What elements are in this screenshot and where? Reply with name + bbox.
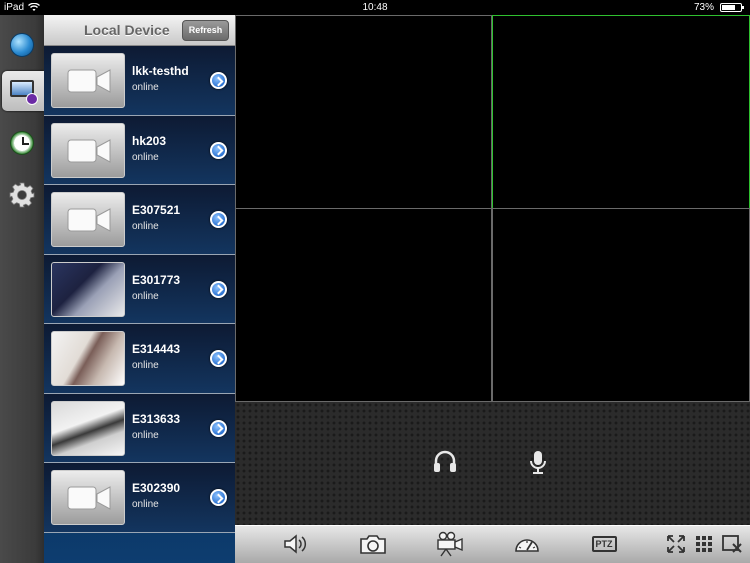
camera-icon bbox=[360, 535, 386, 554]
device-status: online bbox=[132, 221, 159, 232]
device-name: E314443 bbox=[132, 342, 181, 356]
device-name: hk203 bbox=[132, 133, 167, 148]
video-cell-4[interactable] bbox=[492, 208, 750, 402]
camera-placeholder-icon bbox=[67, 208, 111, 232]
device-thumbnail bbox=[51, 192, 125, 247]
detail-disclosure-icon[interactable] bbox=[210, 280, 227, 298]
snapshot-button[interactable] bbox=[358, 530, 388, 558]
gear-icon bbox=[9, 182, 35, 208]
device-status: online bbox=[132, 360, 159, 371]
device-status: online bbox=[132, 290, 159, 302]
device-list-icon bbox=[10, 80, 38, 105]
nav-devices-button[interactable] bbox=[2, 71, 44, 111]
device-row[interactable]: E301773 online bbox=[44, 254, 235, 324]
status-bar: iPad 10:48 73% bbox=[0, 0, 750, 15]
device-thumbnail bbox=[51, 470, 125, 525]
close-all-button[interactable] bbox=[717, 530, 747, 558]
headphones-icon bbox=[434, 450, 456, 472]
video-record-icon bbox=[437, 531, 463, 557]
device-name: E301773 bbox=[132, 272, 181, 287]
device-panel: Local Device Refresh lkk-testhd online hk2… bbox=[44, 15, 235, 563]
bottom-toolbar: PTZ bbox=[235, 525, 750, 563]
video-grid bbox=[235, 15, 750, 402]
camera-placeholder-icon bbox=[67, 69, 111, 93]
device-thumbnail bbox=[51, 53, 125, 108]
nav-globe-button[interactable] bbox=[3, 25, 41, 65]
battery-percent: 73% bbox=[693, 2, 714, 13]
detail-disclosure-icon[interactable] bbox=[210, 141, 227, 159]
device-name: E313633 bbox=[132, 411, 181, 426]
ptz-icon: PTZ bbox=[591, 536, 617, 552]
globe-icon bbox=[10, 33, 34, 57]
listen-button[interactable] bbox=[431, 448, 459, 476]
device-list: lkk-testhd online hk203 online E307521 online… bbox=[44, 46, 235, 533]
device-row[interactable]: E313633 online bbox=[44, 393, 235, 463]
device-row[interactable]: E314443 online bbox=[44, 324, 235, 394]
camera-placeholder-icon bbox=[67, 138, 111, 163]
device-snapshot bbox=[51, 261, 125, 317]
detail-disclosure-icon[interactable] bbox=[210, 489, 227, 506]
stream-quality-button[interactable] bbox=[512, 530, 542, 558]
audio-control-area bbox=[235, 402, 750, 525]
camera-placeholder-icon bbox=[67, 486, 111, 510]
ptz-button[interactable]: PTZ bbox=[589, 530, 619, 558]
device-row[interactable]: hk203 online bbox=[44, 115, 235, 185]
fullscreen-button[interactable] bbox=[661, 530, 691, 558]
nav-playback-button[interactable] bbox=[3, 123, 41, 163]
detail-disclosure-icon[interactable] bbox=[210, 211, 227, 228]
device-status: online bbox=[132, 151, 159, 163]
device-snapshot bbox=[51, 400, 125, 456]
device-name: E302390 bbox=[132, 481, 181, 495]
microphone-icon bbox=[530, 451, 546, 474]
video-cell-2[interactable] bbox=[492, 15, 750, 209]
video-cell-3[interactable] bbox=[235, 208, 492, 402]
device-row[interactable]: E307521 online bbox=[44, 185, 235, 255]
audio-toggle-button[interactable] bbox=[281, 530, 311, 558]
refresh-button[interactable]: Refresh bbox=[182, 20, 229, 41]
grid-layout-button[interactable] bbox=[689, 530, 719, 558]
device-name: lkk-testhd bbox=[132, 64, 189, 78]
device-status: online bbox=[132, 429, 159, 441]
device-status: online bbox=[132, 82, 159, 93]
device-status: online bbox=[132, 499, 159, 510]
device-row[interactable]: E302390 online bbox=[44, 463, 235, 533]
close-window-icon bbox=[722, 535, 742, 553]
nav-settings-button[interactable] bbox=[3, 175, 41, 215]
device-name: E307521 bbox=[132, 203, 181, 217]
nav-rail bbox=[0, 15, 44, 563]
device-row[interactable]: lkk-testhd online bbox=[44, 46, 235, 116]
talk-button[interactable] bbox=[524, 448, 552, 476]
clock-time: 10:48 bbox=[362, 2, 388, 13]
detail-disclosure-icon[interactable] bbox=[210, 419, 227, 437]
detail-disclosure-icon[interactable] bbox=[210, 72, 227, 89]
grid-layout-icon bbox=[696, 536, 712, 552]
fullscreen-icon bbox=[667, 535, 685, 553]
detail-disclosure-icon[interactable] bbox=[210, 350, 227, 367]
device-panel-header: Local Device Refresh bbox=[44, 15, 235, 46]
battery-icon bbox=[720, 3, 744, 12]
device-snapshot bbox=[51, 331, 125, 386]
panel-title: Local Device bbox=[84, 22, 170, 38]
speaker-icon bbox=[284, 534, 307, 554]
clock-icon bbox=[10, 131, 34, 155]
video-cell-1[interactable] bbox=[235, 15, 492, 209]
device-thumbnail bbox=[51, 122, 125, 178]
speedometer-icon bbox=[515, 539, 539, 552]
record-button[interactable] bbox=[435, 530, 465, 558]
